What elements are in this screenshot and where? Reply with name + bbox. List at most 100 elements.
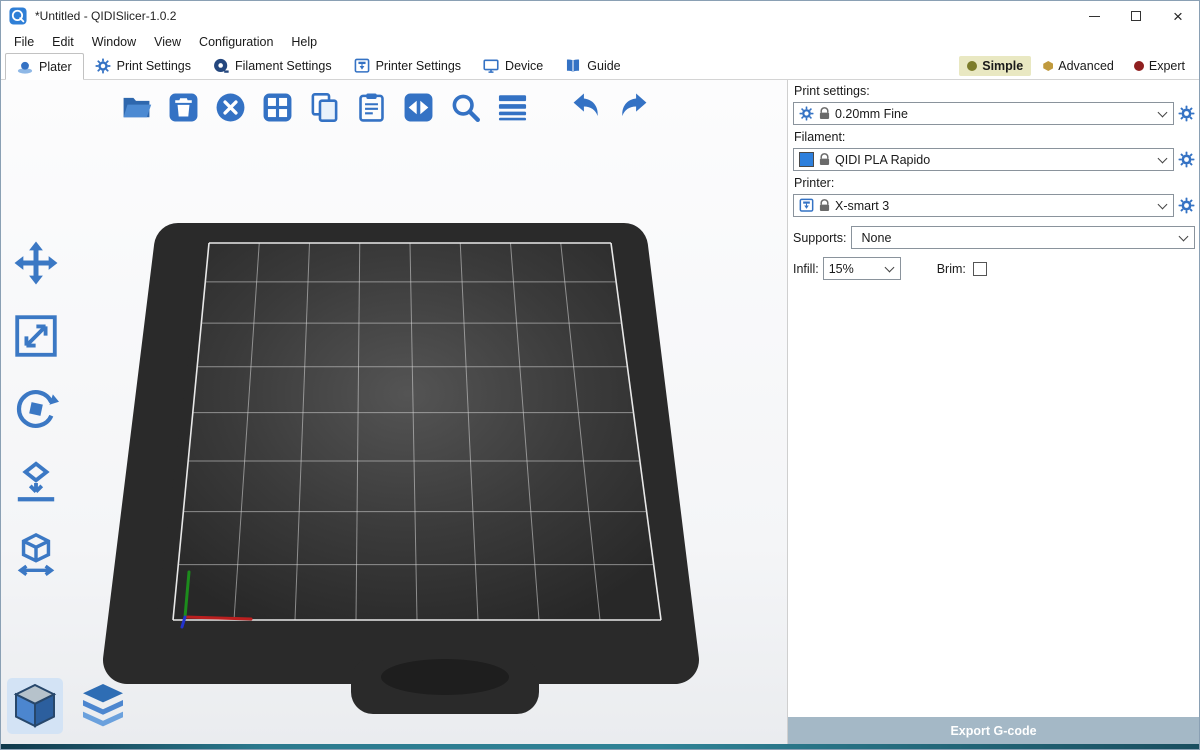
mode-switcher: Simple Advanced Expert [959,53,1199,79]
top-toolbar [117,88,652,126]
print-settings-combo[interactable]: 0.20mm Fine [793,102,1174,125]
tab-printer-settings[interactable]: Printer Settings [343,53,472,79]
tab-plater[interactable]: Plater [5,53,84,80]
paste-icon [356,92,387,123]
redo-icon [618,92,649,123]
undo-icon [571,92,602,123]
copy-icon [309,92,340,123]
printer-combo[interactable]: X-smart 3 [793,194,1174,217]
main-area: Print settings: 0.20mm Fine Filament: QI… [1,80,1199,744]
chevron-down-icon [884,262,894,272]
menu-view[interactable]: View [145,32,190,52]
gear-icon [799,106,814,121]
tab-filament-settings[interactable]: Filament Settings [202,53,343,79]
measure-icon [13,532,59,578]
window-bottom-edge [1,744,1199,749]
lock-icon [819,153,830,166]
window-title: *Untitled - QIDISlicer-1.0.2 [35,9,176,23]
maximize-icon [1131,11,1141,21]
book-icon [565,58,581,74]
bed-handle-notch [381,659,509,695]
brim-label: Brim: [937,262,966,276]
delete-icon [168,92,199,123]
filament-label: Filament: [794,130,1195,145]
filament-combo[interactable]: QIDI PLA Rapido [793,148,1174,171]
search-button[interactable] [446,88,484,126]
paste-button[interactable] [352,88,390,126]
3d-editor-view-button[interactable] [7,678,63,734]
filament-color-swatch [799,152,814,167]
tab-print-settings[interactable]: Print Settings [84,53,202,79]
export-gcode-button[interactable]: Export G-code [788,717,1199,744]
plater-icon [17,59,33,75]
search-icon [450,92,481,123]
lock-icon [819,199,830,212]
open-project-button[interactable] [117,88,155,126]
delete-all-icon [215,92,246,123]
move-tool-button[interactable] [7,235,65,291]
measure-tool-button[interactable] [7,527,65,583]
expert-mode-dot-icon [1134,61,1144,71]
move-icon [13,240,59,286]
place-on-face-tool-button[interactable] [7,454,65,510]
edit-filament-gear-icon[interactable] [1178,151,1195,168]
monitor-icon [483,58,499,74]
menu-window[interactable]: Window [83,32,145,52]
app-logo-icon [9,7,27,25]
x-axis [185,617,251,619]
print-settings-label: Print settings: [794,84,1195,99]
view-toggles [7,678,131,734]
variable-layer-height-icon [497,92,528,123]
preview-layers-icon [79,682,127,730]
app-window: *Untitled - QIDISlicer-1.0.2 × File Edit… [0,0,1200,750]
infill-label: Infill: [793,262,819,276]
supports-label: Supports: [793,231,847,245]
preview-view-button[interactable] [75,678,131,734]
delete-all-button[interactable] [211,88,249,126]
brim-checkbox[interactable] [973,262,987,276]
advanced-mode-hexagon-icon [1043,61,1053,71]
mode-expert[interactable]: Expert [1126,56,1193,76]
menu-file[interactable]: File [5,32,43,52]
mode-simple[interactable]: Simple [959,56,1031,76]
gear-icon [95,58,111,74]
rotate-tool-button[interactable] [7,381,65,437]
printer-label: Printer: [794,176,1195,191]
chevron-down-icon [1158,199,1168,209]
scale-tool-button[interactable] [7,308,65,364]
close-button[interactable]: × [1157,1,1199,31]
menu-help[interactable]: Help [282,32,326,52]
menu-edit[interactable]: Edit [43,32,83,52]
tab-device[interactable]: Device [472,53,554,79]
edit-printer-gear-icon[interactable] [1178,197,1195,214]
maximize-button[interactable] [1115,1,1157,31]
title-bar: *Untitled - QIDISlicer-1.0.2 × [1,1,1199,31]
edit-print-settings-gear-icon[interactable] [1178,105,1195,122]
3d-editor-cube-icon [11,682,59,730]
simple-mode-dot-icon [967,61,977,71]
print-bed [1,80,787,744]
split-button[interactable] [399,88,437,126]
minimize-button[interactable] [1073,1,1115,31]
variable-layer-height-button[interactable] [493,88,531,126]
undo-button[interactable] [567,88,605,126]
place-on-face-icon [13,459,59,505]
printer-icon [799,198,814,213]
delete-button[interactable] [164,88,202,126]
supports-combo[interactable]: None [851,226,1195,249]
menu-configuration[interactable]: Configuration [190,32,282,52]
3d-viewport[interactable] [1,80,787,744]
filament-spool-icon [213,58,229,74]
redo-button[interactable] [614,88,652,126]
chevron-down-icon [1158,153,1168,163]
chevron-down-icon [1158,107,1168,117]
scale-icon [13,313,59,359]
tab-guide[interactable]: Guide [554,53,631,79]
infill-combo[interactable]: 15% [823,257,901,280]
arrange-icon [262,92,293,123]
mode-advanced[interactable]: Advanced [1035,56,1122,76]
arrange-button[interactable] [258,88,296,126]
settings-sidebar: Print settings: 0.20mm Fine Filament: QI… [787,80,1199,744]
close-icon: × [1173,8,1183,25]
copy-button[interactable] [305,88,343,126]
